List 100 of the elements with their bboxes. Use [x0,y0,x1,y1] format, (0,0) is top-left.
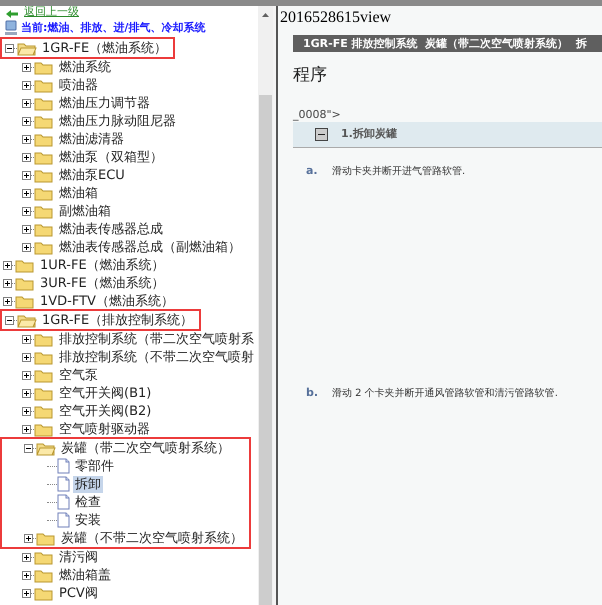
folder-icon [15,276,35,290]
folder-icon [15,258,35,272]
expand-icon[interactable] [22,406,31,416]
tree-item[interactable]: 喷油器 [57,76,100,94]
stray-text: _0008"> [293,108,342,122]
tree-item[interactable]: 排放控制系统（带二次空气喷射系 [57,330,256,348]
tree-item[interactable]: 空气泵 [57,366,100,384]
expand-icon[interactable] [22,388,31,398]
tree-item[interactable]: 燃油泵（双箱型） [57,148,165,166]
tree-item[interactable]: 排放控制系统（不带二次空气喷射 [57,348,256,366]
expand-icon[interactable] [3,278,12,288]
expand-icon[interactable] [22,152,31,162]
tree-item[interactable]: 燃油滤清器 [57,130,126,148]
tree-item[interactable]: 燃油泵ECU [57,166,127,184]
expand-icon[interactable] [22,98,31,108]
step-text: 滑动 2 个卡夹并断开通风管路软管和清污管路软管. [332,386,558,400]
expand-icon[interactable] [22,116,31,126]
tree-item[interactable]: 1GR-FE（燃油系统） [40,40,170,56]
tree-item[interactable]: 空气喷射驱动器 [57,420,152,438]
collapse-icon[interactable] [315,128,328,141]
tree-item[interactable]: 炭罐（不带二次空气喷射系统） [59,530,245,546]
folder-icon [34,350,54,364]
tree-item[interactable]: 检查 [73,494,103,510]
folder-icon [34,204,54,218]
tree-item[interactable]: 燃油表传感器总成 [57,220,165,238]
folder-icon [34,96,54,110]
tree-item[interactable]: PCV阀 [57,584,100,602]
folder-icon [34,422,54,436]
document-icon [57,458,70,474]
expand-icon[interactable] [3,260,12,270]
tree-item[interactable]: 清污阀 [57,548,100,566]
folder-icon [34,186,54,200]
folder-icon [34,60,54,74]
section-heading: 程序 [293,64,328,87]
tree-item[interactable]: 空气开关阀(B1) [57,384,154,402]
tree-item[interactable]: 1UR-FE（燃油系统） [38,256,167,274]
tree-item[interactable]: 燃油表传感器总成（副燃油箱） [57,238,243,256]
folder-icon [34,114,54,128]
expand-icon[interactable] [22,188,31,198]
folder-icon [34,404,54,418]
folder-icon [36,530,56,546]
open-folder-icon [17,312,37,328]
step-marker: a. [306,163,319,179]
folder-icon [34,222,54,236]
open-folder-icon [36,440,56,456]
tree-item[interactable]: 空气开关阀(B2) [57,402,154,420]
collapse-icon[interactable] [5,316,14,324]
collapse-icon[interactable] [5,44,14,52]
tree-item[interactable]: 燃油箱 [57,184,100,202]
folder-icon [34,150,54,164]
folder-icon [34,240,54,254]
tree-item[interactable]: 副燃油箱 [57,202,113,220]
document-header: 1GR-FE 排放控制系统 炭罐（带二次空气喷射系统） 拆 [293,35,602,52]
back-arrow-icon[interactable] [6,10,18,18]
document-icon [57,494,70,510]
open-folder-icon [17,40,37,56]
scrollbar-thumb[interactable] [259,95,272,605]
expand-icon[interactable] [22,170,31,180]
expand-icon[interactable] [22,370,31,380]
computer-icon [4,20,18,36]
expand-icon[interactable] [22,224,31,234]
folder-icon [34,368,54,382]
expand-icon[interactable] [22,242,31,252]
collapse-icon[interactable] [24,444,33,452]
expand-icon[interactable] [22,352,31,362]
folder-icon [34,78,54,92]
tree-item[interactable]: 燃油压力调节器 [57,94,152,112]
step-text: 滑动卡夹并断开进气管路软管. [332,164,466,179]
back-link[interactable]: 返回上一级 [24,6,79,18]
tree-item[interactable]: 燃油系统 [57,58,113,76]
expand-icon[interactable] [22,62,31,72]
tree-item[interactable]: 炭罐（带二次空气喷射系统） [59,440,232,456]
tree-item[interactable]: 3UR-FE（燃油系统） [38,274,167,292]
section-bar[interactable]: 1.拆卸炭罐 [293,122,602,148]
tree-item[interactable]: 零部件 [73,458,116,474]
expand-icon[interactable] [22,80,31,90]
folder-icon [34,550,54,564]
folder-icon [34,132,54,146]
tree-item[interactable]: 1VD-FTV（燃油系统） [38,292,176,310]
expand-icon[interactable] [22,206,31,216]
folder-icon [34,568,54,582]
expand-icon[interactable] [22,552,31,562]
expand-icon[interactable] [22,134,31,144]
expand-icon[interactable] [22,334,31,344]
tree-item[interactable]: 1GR-FE（排放控制系统） [40,312,196,328]
expand-icon[interactable] [22,570,31,580]
tree-item[interactable]: 燃油压力脉动阻尼器 [57,112,178,130]
folder-icon [34,168,54,182]
folder-icon [34,386,54,400]
tree-item[interactable]: 拆卸 [73,476,103,492]
folder-icon [34,586,54,600]
expand-icon[interactable] [24,534,33,542]
expand-icon[interactable] [22,588,31,598]
scrollbar[interactable] [258,6,273,605]
scroll-up-icon[interactable] [262,12,269,16]
tree-item[interactable]: 燃油箱盖 [57,566,113,584]
tree-item[interactable]: 安装 [73,512,103,528]
expand-icon[interactable] [3,296,12,306]
expand-icon[interactable] [22,424,31,434]
section-title: 1.拆卸炭罐 [341,126,397,142]
